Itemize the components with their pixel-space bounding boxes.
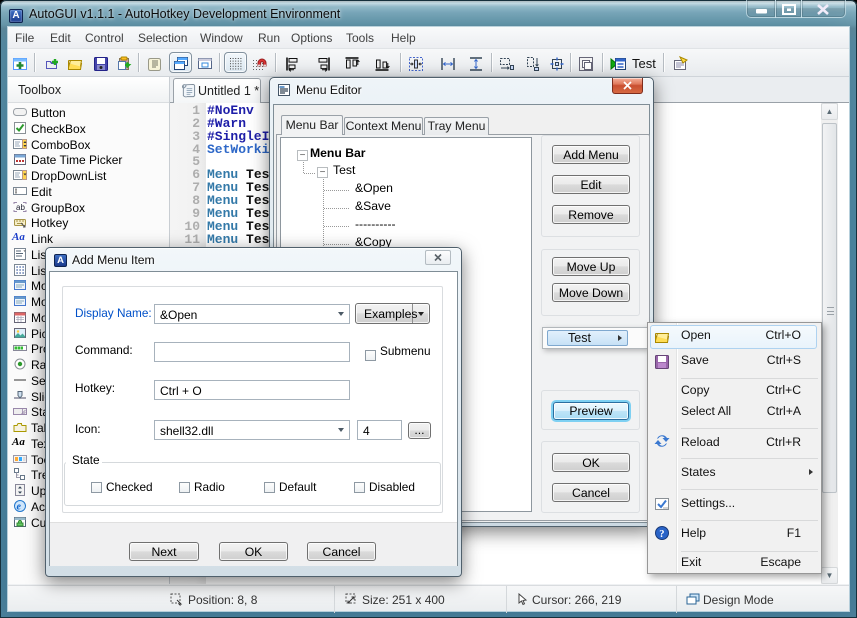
svg-text:e: e	[17, 501, 22, 512]
svg-text:ab: ab	[16, 203, 25, 212]
svg-text:?: ?	[659, 529, 664, 540]
